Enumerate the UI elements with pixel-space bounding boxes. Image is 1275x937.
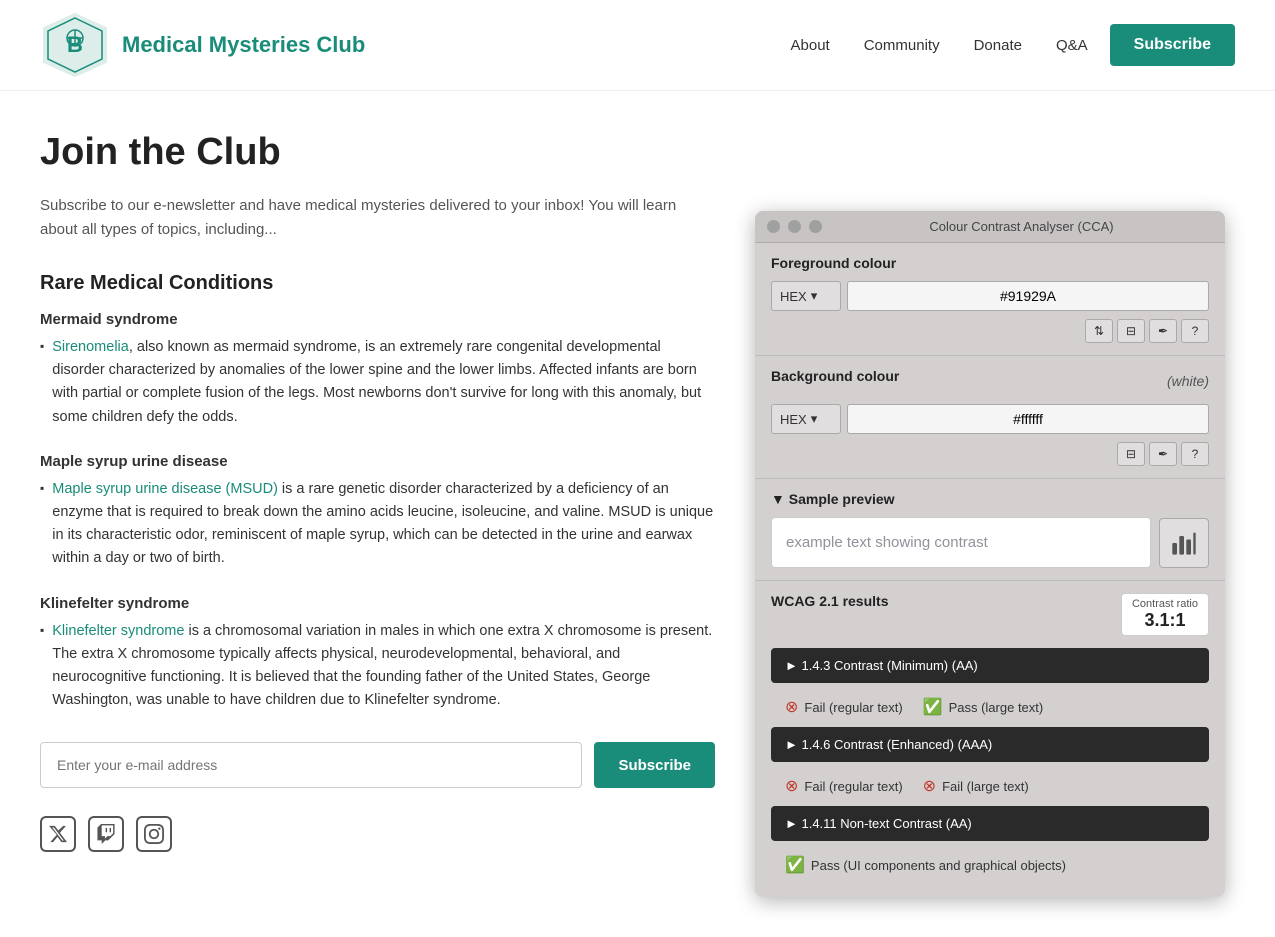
left-column: Join the Club Subscribe to our e-newslet… [40,131,715,897]
cca-window: Colour Contrast Analyser (CCA) Foregroun… [755,211,1225,897]
twitter-icon[interactable] [40,816,76,852]
wcag-nontext-label: ► 1.4.11 Non-text Contrast (AA) [785,816,972,831]
nav-subscribe-button[interactable]: Subscribe [1110,24,1235,66]
titlebar-dot-green [809,220,822,233]
background-format-chevron: ▾ [811,411,818,427]
aaa-large-text: Fail (large text) [942,779,1029,794]
bullet-klinefelter: ▪ [40,623,44,637]
background-format-value: HEX [780,412,807,427]
instagram-icon[interactable] [136,816,172,852]
nav-community[interactable]: Community [852,29,952,62]
foreground-format-value: HEX [780,289,807,304]
wcag-row-aa[interactable]: ► 1.4.3 Contrast (Minimum) (AA) [771,648,1209,683]
fail-icon-aa-regular: ⊗ [785,697,798,717]
condition-mermaid: Mermaid syndrome ▪ Sirenomelia, also kno… [40,311,715,429]
wcag-aa-results: ⊗ Fail (regular text) ✅ Pass (large text… [771,689,1209,727]
email-input[interactable] [40,742,582,788]
email-form: Subscribe [40,742,715,788]
logo-area: B Medical Mysteries Club [40,10,365,80]
wcag-aa-label: ► 1.4.3 Contrast (Minimum) (AA) [785,658,978,673]
fail-icon-aaa-regular: ⊗ [785,776,798,796]
bg-sliders-icon[interactable]: ⊟ [1117,442,1145,466]
bg-help-icon[interactable]: ? [1181,442,1209,466]
condition-text-mermaid: Sirenomelia, also known as mermaid syndr… [52,336,715,429]
foreground-format-chevron: ▾ [811,288,818,304]
page-title: Join the Club [40,131,715,174]
background-format-select[interactable]: HEX ▾ [771,404,841,434]
nav-donate[interactable]: Donate [962,29,1034,62]
foreground-hex-input[interactable] [847,281,1209,311]
condition-text-maple: Maple syrup urine disease (MSUD) is a ra… [52,478,715,571]
fg-sliders-icon[interactable]: ⊟ [1117,319,1145,343]
foreground-section: Foreground colour HEX ▾ ⇅ ⊟ ✒ ? [755,243,1225,356]
wcag-row-nontext[interactable]: ► 1.4.11 Non-text Contrast (AA) [771,806,1209,841]
condition-text-klinefelter: Klinefelter syndrome is a chromosomal va… [52,620,715,713]
condition-desc-mermaid: , also known as mermaid syndrome, is an … [52,339,701,425]
cca-titlebar: Colour Contrast Analyser (CCA) [755,211,1225,243]
wcag-nontext-result-ui: ✅ Pass (UI components and graphical obje… [785,855,1066,875]
pass-icon-nontext: ✅ [785,855,805,875]
pass-icon-aa-large: ✅ [923,697,943,717]
cca-body: Foreground colour HEX ▾ ⇅ ⊟ ✒ ? [755,243,1225,897]
wcag-aa-result-regular: ⊗ Fail (regular text) [785,697,903,717]
wcag-row-aaa[interactable]: ► 1.4.6 Contrast (Enhanced) (AAA) [771,727,1209,762]
intro-text: Subscribe to our e-newsletter and have m… [40,194,715,242]
aa-regular-text: Fail (regular text) [804,700,902,715]
wcag-aaa-label: ► 1.4.6 Contrast (Enhanced) (AAA) [785,737,992,752]
social-icons [40,816,715,852]
nav-qa[interactable]: Q&A [1044,29,1100,62]
wcag-nontext-results: ✅ Pass (UI components and graphical obje… [771,847,1209,885]
foreground-format-select[interactable]: HEX ▾ [771,281,841,311]
chart-icon-button[interactable] [1159,518,1209,568]
condition-name-klinefelter: Klinefelter syndrome [40,595,715,612]
wcag-results-section: WCAG 2.1 results Contrast ratio 3.1:1 ► … [755,581,1225,897]
fg-swap-icon[interactable]: ⇅ [1085,319,1113,343]
condition-name-mermaid: Mermaid syndrome [40,311,715,328]
background-label: Background colour [771,368,899,384]
aa-large-text: Pass (large text) [949,700,1044,715]
preview-section: ▼ Sample preview example text showing co… [755,479,1225,581]
condition-link-maple[interactable]: Maple syrup urine disease (MSUD) [52,481,278,497]
contrast-ratio-box: Contrast ratio 3.1:1 [1121,593,1209,636]
foreground-label: Foreground colour [771,255,1209,271]
fail-icon-aaa-large: ⊗ [923,776,936,796]
titlebar-dot-red [767,220,780,233]
condition-name-maple: Maple syrup urine disease [40,453,715,470]
right-column: Colour Contrast Analyser (CCA) Foregroun… [755,131,1235,897]
site-title: Medical Mysteries Club [122,32,365,58]
condition-link-klinefelter[interactable]: Klinefelter syndrome [52,623,184,639]
bullet-mermaid: ▪ [40,339,44,353]
background-section: Background colour (white) HEX ▾ ⊟ ✒ ? [755,356,1225,479]
logo-icon: B [40,10,110,80]
fg-eyedropper-icon[interactable]: ✒ [1149,319,1177,343]
nav-about[interactable]: About [779,29,842,62]
cca-title: Colour Contrast Analyser (CCA) [830,219,1213,234]
nontext-ui-text: Pass (UI components and graphical object… [811,858,1066,873]
preview-text: example text showing contrast [771,517,1151,568]
wcag-aa-result-large: ✅ Pass (large text) [923,697,1044,717]
fg-help-icon[interactable]: ? [1181,319,1209,343]
wcag-aaa-result-large: ⊗ Fail (large text) [923,776,1029,796]
subscribe-button[interactable]: Subscribe [594,742,715,788]
wcag-results-title: WCAG 2.1 results [771,593,888,609]
contrast-ratio-value: 3.1:1 [1132,610,1198,631]
section-title: Rare Medical Conditions [40,272,715,295]
contrast-ratio-label: Contrast ratio [1132,598,1198,610]
preview-label: ▼ Sample preview [771,491,1209,507]
condition-klinefelter: Klinefelter syndrome ▪ Klinefelter syndr… [40,595,715,713]
condition-maple: Maple syrup urine disease ▪ Maple syrup … [40,453,715,571]
aaa-regular-text: Fail (regular text) [804,779,902,794]
titlebar-dot-yellow [788,220,801,233]
bg-eyedropper-icon[interactable]: ✒ [1149,442,1177,466]
wcag-aaa-result-regular: ⊗ Fail (regular text) [785,776,903,796]
background-hex-input[interactable] [847,404,1209,434]
background-white-label: (white) [1167,373,1209,389]
twitch-icon[interactable] [88,816,124,852]
condition-link-mermaid[interactable]: Sirenomelia [52,339,129,355]
wcag-aaa-results: ⊗ Fail (regular text) ⊗ Fail (large text… [771,768,1209,806]
main-nav: About Community Donate Q&A Subscribe [779,24,1235,66]
bullet-maple: ▪ [40,481,44,495]
